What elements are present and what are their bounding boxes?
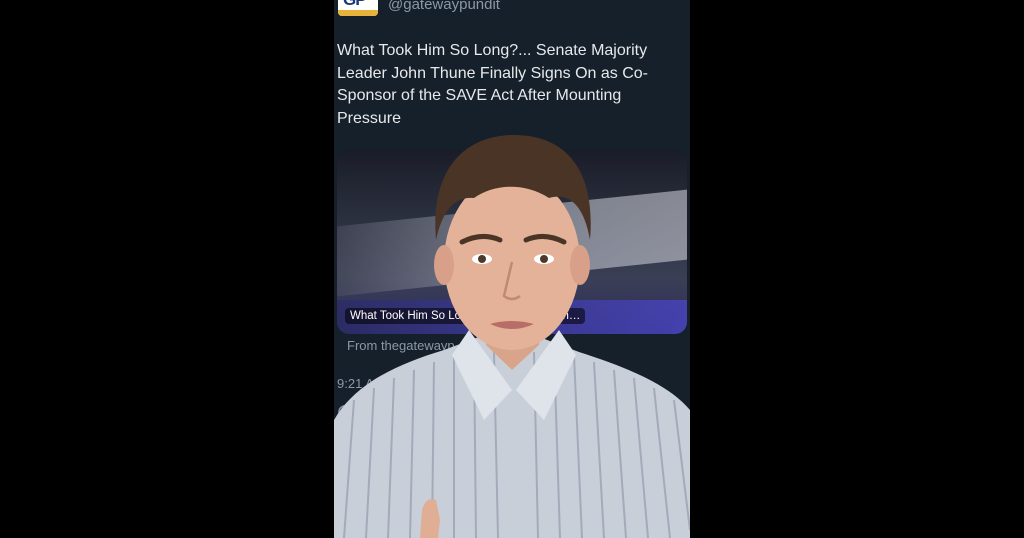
gateway-pundit-logo[interactable]: GP [338,0,378,16]
card-image-band [337,189,687,297]
tweet-screenshot: GP @gatewaypundit What Took Him So Long?… [334,0,690,538]
link-preview-card[interactable]: What Took Him So Lo… Leader John Thun… [337,150,687,334]
card-title: What Took Him So Lo… Leader John Thun… [345,308,586,324]
logo-text: GP [343,0,367,10]
tweet-text: What Took Him So Long?... Senate Majorit… [337,42,648,127]
tweet-timestamp[interactable]: 9:21 AM [337,376,385,391]
footer-fragment: by [386,524,400,538]
presenter-hand [420,499,440,538]
card-source[interactable]: From thegatewayp… [347,338,468,353]
logo-stripe [338,10,378,16]
presenter-shirt [334,335,690,538]
reply-icon[interactable] [337,404,357,422]
account-handle[interactable]: @gatewaypundit [388,0,500,13]
